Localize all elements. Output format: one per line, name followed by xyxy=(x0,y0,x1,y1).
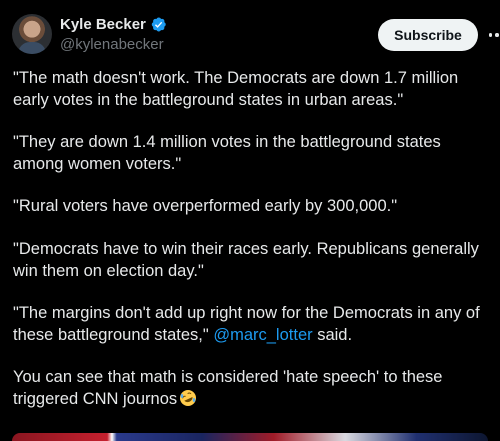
mention-link[interactable]: @marc_lotter xyxy=(213,326,312,344)
attached-media-preview[interactable] xyxy=(12,433,488,441)
tweet-paragraph: "Rural voters have overperformed early b… xyxy=(13,197,398,216)
tweet-paragraph: "The margins don't add up right now for … xyxy=(13,303,493,346)
author-name[interactable]: Kyle Becker xyxy=(60,16,146,33)
more-horizontal-icon[interactable] xyxy=(486,25,500,45)
tweet-paragraph: "The math doesn't work. The Democrats ar… xyxy=(13,69,459,109)
author-handle[interactable]: @kylenabecker xyxy=(60,36,164,53)
subscribe-button[interactable]: Subscribe xyxy=(378,19,478,51)
tweet-text: "The math doesn't work. The Democrats ar… xyxy=(13,68,493,432)
tweet-paragraph: "Democrats have to win their races early… xyxy=(13,239,479,280)
tweet-header: Kyle Becker @kylenabecker Subscribe xyxy=(12,12,499,60)
author-name-row: Kyle Becker xyxy=(60,16,167,33)
closing-text: You can see that math is considered 'hat… xyxy=(13,368,443,408)
rolling-laughing-emoji-icon xyxy=(180,389,197,406)
tweet-paragraph: "They are down 1.4 million votes in the … xyxy=(13,133,441,173)
quote-suffix: said. xyxy=(312,325,353,344)
verified-badge-icon xyxy=(151,17,166,32)
tweet-paragraph: You can see that math is considered 'hat… xyxy=(13,367,493,410)
avatar[interactable] xyxy=(12,14,52,54)
